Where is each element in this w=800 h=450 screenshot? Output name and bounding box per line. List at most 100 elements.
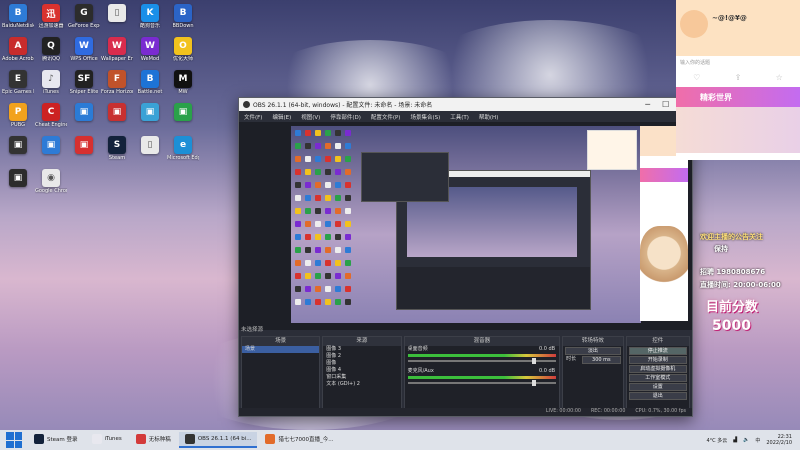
- app-icon: ◉: [42, 169, 60, 187]
- volume-slider[interactable]: [407, 380, 557, 386]
- desktop-icon[interactable]: WWallpaper Engine: [101, 37, 133, 62]
- source-item[interactable]: 图像 2: [323, 353, 400, 360]
- source-item[interactable]: 文本 (GDI+) 2: [323, 381, 400, 388]
- desktop-icon[interactable]: K 酷狗音乐: [134, 4, 166, 29]
- preview-mini-icon: [345, 156, 351, 162]
- desktop-icon[interactable]: ▯: [101, 4, 133, 23]
- studio-mode-button[interactable]: 工作室模式: [628, 374, 687, 382]
- stop-streaming-button[interactable]: 停止推流: [628, 347, 687, 355]
- desktop-icon[interactable]: ▣: [101, 103, 133, 122]
- source-item[interactable]: 窗口采集: [323, 374, 400, 381]
- slider-handle[interactable]: [532, 358, 537, 364]
- desktop-icon[interactable]: B BaiduNetdisk: [2, 4, 34, 29]
- weather-text[interactable]: 4°C 多云: [706, 437, 727, 444]
- taskbar-app[interactable]: iTunes: [86, 432, 128, 448]
- preview-mini-icon: [345, 247, 351, 253]
- preview-mini-icon: [295, 169, 301, 175]
- taskbar-app-icon: [265, 434, 276, 444]
- transition-select[interactable]: 淡出: [565, 347, 621, 355]
- app-icon: S: [108, 136, 126, 154]
- live-panel-header: ~@!@¥@: [676, 0, 800, 56]
- share-icon[interactable]: ⇪: [735, 73, 742, 82]
- menu-file[interactable]: 文件(F): [244, 113, 262, 121]
- clock[interactable]: 22:31 2022/2/10: [766, 434, 792, 446]
- obs-titlebar[interactable]: OBS 26.1.1 (64-bit, windows) - 配置文件: 未命名…: [239, 98, 692, 111]
- input-language[interactable]: 中: [755, 437, 760, 444]
- desktop-icon[interactable]: W WeMod: [134, 37, 166, 62]
- menu-docks[interactable]: 停靠部件(D): [330, 113, 361, 121]
- desktop-icon[interactable]: S Steam: [101, 136, 133, 161]
- desktop-icon[interactable]: M MW: [167, 70, 199, 95]
- scene-item[interactable]: 场景: [242, 346, 320, 353]
- taskbar-app[interactable]: 猎七七7000直播_今...: [259, 432, 339, 448]
- desktop-icon[interactable]: C Cheat Engine: [35, 103, 67, 128]
- exit-button[interactable]: 退出: [628, 392, 687, 400]
- desktop-icon[interactable]: ▣: [167, 103, 199, 122]
- desktop-icon-label: Sniper Elite: [69, 89, 99, 95]
- app-icon: ▣: [75, 136, 93, 154]
- gift-icon[interactable]: ♡: [693, 73, 700, 82]
- desktop-icon[interactable]: ▣: [134, 103, 166, 122]
- network-icon[interactable]: ▟: [733, 437, 737, 443]
- star-icon[interactable]: ☆: [776, 73, 783, 82]
- preview-mini-icon: [305, 156, 311, 162]
- taskbar-app[interactable]: Steam 登录: [28, 432, 84, 448]
- source-item[interactable]: 图像: [323, 360, 400, 367]
- desktop-icon[interactable]: AAdobe Acrobat: [2, 37, 34, 62]
- virtual-camera-button[interactable]: 启动虚拟摄像机: [628, 365, 687, 373]
- preview-mini-icon: [325, 260, 331, 266]
- desktop-icon[interactable]: F Forza Horizon: [101, 70, 133, 95]
- preview-mini-icon: [295, 221, 301, 227]
- source-item[interactable]: 图像 4: [323, 367, 400, 374]
- duration-input[interactable]: 300 ms: [582, 355, 621, 364]
- desktop-icon[interactable]: O 优化大师: [167, 37, 199, 62]
- preview-mini-icon: [305, 208, 311, 214]
- preview-mini-icon: [335, 247, 341, 253]
- desktop-icon[interactable]: Q 腾讯QQ: [35, 37, 67, 62]
- chat-input[interactable]: 输入你的话题: [676, 56, 800, 68]
- start-button[interactable]: [6, 432, 22, 448]
- desktop-icon[interactable]: ▣: [35, 136, 67, 155]
- menu-tools[interactable]: 工具(T): [450, 113, 469, 121]
- start-recording-button[interactable]: 开始录制: [628, 356, 687, 364]
- desktop-icon[interactable]: SF Sniper Elite: [68, 70, 100, 95]
- desktop-icon[interactable]: ◉Google Chrome: [35, 169, 67, 194]
- channel-db: 0.0 dB: [538, 368, 556, 374]
- menu-scene-collection[interactable]: 场景集合(S): [410, 113, 440, 121]
- slider-handle[interactable]: [532, 380, 537, 386]
- desktop-icon[interactable]: EEpic Games Launcher: [2, 70, 34, 95]
- preview-mini-icon: [325, 299, 331, 305]
- preview-mini-icon: [335, 221, 341, 227]
- obs-window[interactable]: OBS 26.1.1 (64-bit, windows) - 配置文件: 未命名…: [238, 97, 693, 417]
- desktop-icon[interactable]: ▯: [134, 136, 166, 155]
- desktop-icon[interactable]: ♪ iTunes: [35, 70, 67, 95]
- maximize-icon[interactable]: ☐: [662, 100, 669, 109]
- volume-icon[interactable]: 🔈: [743, 437, 749, 443]
- menu-edit[interactable]: 编辑(E): [272, 113, 291, 121]
- desktop-icon[interactable]: W WPS Office: [68, 37, 100, 62]
- desktop-icon[interactable]: 迅迅游加速器: [35, 4, 67, 29]
- desktop-icon[interactable]: P PUBG: [2, 103, 34, 128]
- app-icon: W: [141, 37, 159, 55]
- desktop-icon[interactable]: B BBDown: [167, 4, 199, 29]
- volume-slider[interactable]: [407, 358, 557, 364]
- desktop-icon[interactable]: B Battle.net: [134, 70, 166, 95]
- desktop-icon[interactable]: ▣: [2, 136, 34, 155]
- source-item[interactable]: 图像 3: [323, 346, 400, 353]
- desktop-icon[interactable]: ▣: [68, 136, 100, 155]
- obs-preview[interactable]: [239, 122, 692, 330]
- preview-mini-icon: [305, 260, 311, 266]
- desktop-icon[interactable]: eMicrosoft Edge: [167, 136, 199, 161]
- app-icon: A: [9, 37, 27, 55]
- taskbar-app[interactable]: 无标种稿: [130, 432, 177, 448]
- minimize-icon[interactable]: ─: [645, 100, 650, 109]
- desktop-icon[interactable]: ▣: [68, 103, 100, 122]
- settings-button[interactable]: 设置: [628, 383, 687, 391]
- taskbar-app[interactable]: OBS 26.1.1 (64 bi...: [178, 432, 258, 448]
- desktop-icon[interactable]: GGeForce Experience: [68, 4, 100, 29]
- menu-view[interactable]: 视图(V): [301, 113, 320, 121]
- live-banner[interactable]: 精彩世界: [676, 87, 800, 107]
- menu-profile[interactable]: 配置文件(P): [371, 113, 401, 121]
- desktop-icon[interactable]: ▣: [2, 169, 34, 188]
- menu-help[interactable]: 帮助(H): [479, 113, 498, 121]
